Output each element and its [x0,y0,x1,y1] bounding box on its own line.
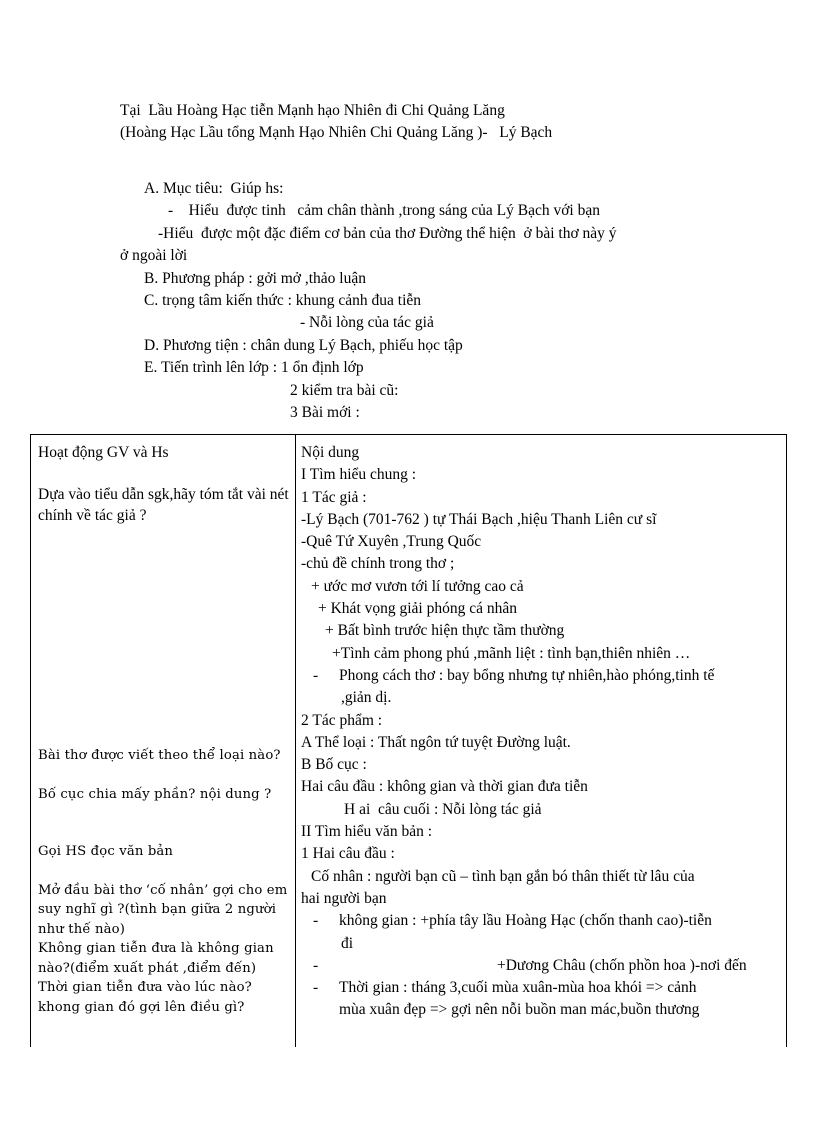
content-line-2: 1 Tác giả : [301,488,367,506]
content-bullet-10: - Phong cách thơ : bay bổng nhưng tự nhi… [313,665,786,687]
document-page: Tại Lầu Hoàng Hạc tiễn Mạnh hạo Nhiên đi… [0,0,816,1123]
activity-question-6: Không gian tiễn đưa là không gian nào?(đ… [38,941,274,976]
bullet-dash: - [313,912,319,930]
page-title: Tại Lầu Hoàng Hạc tiễn Mạnh hạo Nhiên đi… [120,102,505,119]
content-line-12: 2 Tác phẩm : [301,711,383,729]
content-bullet-23: - +Dương Châu (chốn phồn hoa )-nơi đến [313,955,786,977]
objective-a-label: A. Mục tiêu: Giúp hs: [144,180,284,197]
content-line-23: +Dương Châu (chốn phồn hoa )-nơi đến [497,956,747,974]
activity-question-5: Mở đầu bài thơ ‘cố nhân’ gợi cho em suy … [38,882,288,937]
activity-question-4: Gọi HS đọc văn bản [38,844,174,859]
objectives-section: A. Mục tiêu: Giúp hs: - Hiểu được tinh c… [120,178,780,424]
content-line-22: đi [341,934,354,952]
objective-e-sub-2: 2 kiểm tra bài cũ: [290,381,399,399]
page-subtitle: (Hoàng Hạc Lầu tổng Mạnh Hạo Nhiên Chi Q… [120,124,553,141]
content-line-15: Hai câu đầu : không gian và thời gian đư… [301,778,588,796]
content-line-7: + Khát vọng giải phóng cá nhân [318,600,518,618]
content-line-4: -Quê Tứ Xuyên ,Trung Quốc [301,533,482,551]
content-line-14: B Bố cục : [301,756,367,774]
content-line-1: I Tìm hiểu chung : [301,466,417,484]
content-line-17: II Tìm hiểu văn bản : [301,823,433,841]
content-line-10: Phong cách thơ : bay bổng nhưng tự nhiên… [339,666,715,684]
bullet-dash: - [313,666,319,684]
table-column-content: Nội dung I Tìm hiểu chung : 1 Tác giả : … [296,435,786,1047]
content-bullet-24: - Thời gian : tháng 3,cuối mùa xuân-mùa … [313,977,786,999]
content-line-8: + Bất bình trước hiện thực tầm thường [325,622,565,640]
objective-a-item-2-continued: ở ngoài lời [120,247,188,265]
objective-a-item-1: - Hiểu được tinh cảm chân thành ,trong s… [168,202,600,220]
content-line-24: Thời gian : tháng 3,cuối mùa xuân-mùa ho… [339,979,697,997]
content-line-25-clipped: mùa xuân đẹp => gợi nên nỗi buồn man mác… [339,1001,700,1019]
objective-e-sub-3: 3 Bài mới : [290,404,360,422]
content-line-20: hai người bạn [301,889,387,907]
objective-e-label: E. Tiến trình lên lớp : 1 ổn định lớp [144,359,364,377]
activity-question-1: Dựa vào tiểu dẫn sgk,hãy tóm tắt vài nét… [38,486,289,524]
objective-d-label: D. Phương tiện : chân dung Lý Bạch, phiế… [144,336,463,354]
content-line-3: -Lý Bạch (701-762 ) tự Thái Bạch ,hiệu T… [301,510,657,528]
activity-question-3: Bố cục chia mấy phần? nội dung ? [38,786,272,802]
content-line-16: H ai câu cuối : Nỗi lòng tác giả [344,800,542,818]
objective-a-item-2: -Hiểu được một đặc điểm cơ bản của thơ Đ… [158,224,617,242]
activity-question-2: Bài thơ được viết theo thể loại nào? [38,748,281,763]
column-header-content: Nội dung [301,444,360,461]
content-bullet-21: - không gian : +phía tây lầu Hoàng Hạc (… [313,910,786,932]
content-line-13: A Thể loại : Thất ngôn tứ tuyệt Đường lu… [301,733,571,751]
activity-question-7: Thời gian tiễn đưa vào lúc nào?khong gia… [38,980,252,1015]
content-line-21: không gian : +phía tây lầu Hoàng Hạc (ch… [339,912,712,930]
content-line-9: +Tình cảm phong phú ,mãnh liệt : tình bạ… [332,644,691,662]
content-line-18: 1 Hai câu đầu : [301,845,395,863]
content-line-11: ,giản dị. [341,689,392,707]
bullet-dash: - [313,979,319,997]
document-header: Tại Lầu Hoàng Hạc tiễn Mạnh hạo Nhiên đi… [120,100,760,144]
objective-c-label: C. trọng tâm kiến thức : khung cảnh đua … [144,292,422,310]
content-line-19: Cố nhân : người bạn cũ – tình bạn gắn bó… [311,867,695,885]
column-header-activities: Hoạt động GV và Hs [38,444,169,461]
table-column-activities: Hoạt động GV và Hs Dựa vào tiểu dẫn sgk,… [31,435,296,1047]
lesson-plan-table: Hoạt động GV và Hs Dựa vào tiểu dẫn sgk,… [30,434,787,1047]
objective-c-sub: - Nỗi lòng của tác giả [300,314,434,332]
objective-b-label: B. Phương pháp : gởi mở ,thảo luận [144,269,366,287]
content-line-6: + ước mơ vươn tới lí tưởng cao cả [311,577,524,595]
bullet-dash: - [313,956,319,974]
content-line-5: -chủ đề chính trong thơ ; [301,555,455,573]
